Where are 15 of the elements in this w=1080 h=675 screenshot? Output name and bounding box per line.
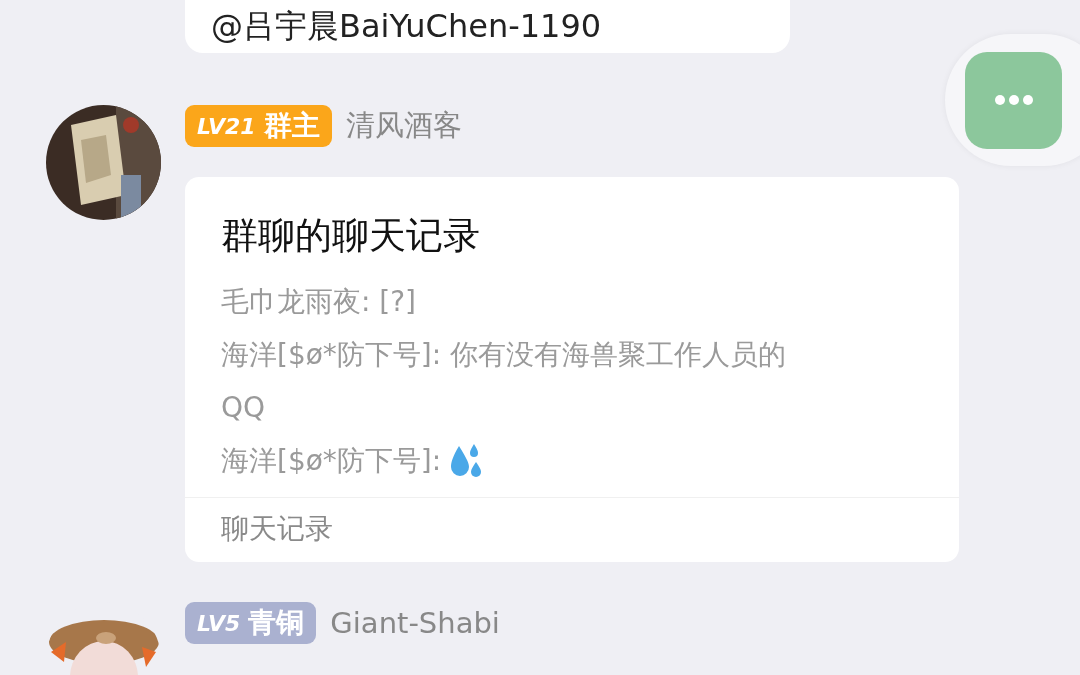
- history-line: 海洋[$ø*防下号]:: [221, 443, 442, 479]
- message-text: @吕宇晨BaiYuChen-1190: [211, 5, 602, 47]
- history-line: 海洋[$ø*防下号]: 你有没有海兽聚工作人员的QQ: [221, 337, 788, 426]
- sender-name: Giant-Shabi: [330, 606, 500, 640]
- card-title: 群聊的聊天记录: [221, 214, 480, 257]
- sender-name: 清风酒客: [345, 107, 462, 144]
- history-line: 毛巾龙雨夜: [?]: [221, 284, 418, 320]
- chat-history-card[interactable]: 群聊的聊天记录 毛巾龙雨夜: [?] 海洋[$ø*防下号]: 你有没有海兽聚工作人员的QQ 海洋[$ø*防下号]: 聊天记录: [185, 177, 959, 562]
- level-label: LV5: [197, 610, 241, 636]
- more-icon: [993, 94, 1034, 106]
- more-button[interactable]: [965, 51, 1062, 149]
- card-footer: 聊天记录: [221, 510, 333, 548]
- role-label: 群主: [263, 108, 320, 144]
- level-label: LV21: [197, 113, 256, 139]
- role-label: 青铜: [248, 605, 305, 641]
